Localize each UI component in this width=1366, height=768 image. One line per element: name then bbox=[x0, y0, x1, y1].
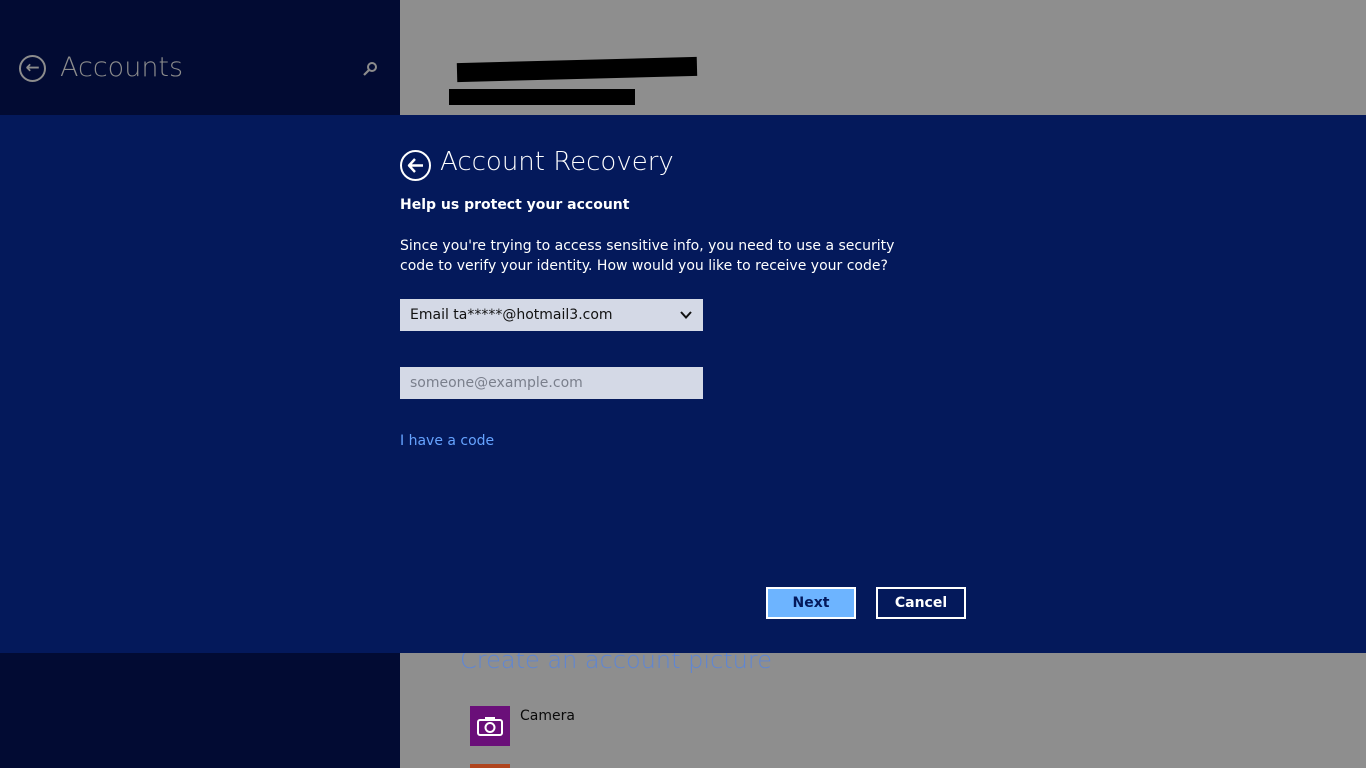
code-method-select[interactable]: Email ta*****@hotmail3.com bbox=[400, 299, 703, 331]
have-code-link[interactable]: I have a code bbox=[400, 433, 494, 449]
camera-tile[interactable] bbox=[470, 706, 510, 746]
camera-label[interactable]: Camera bbox=[520, 708, 575, 724]
email-field[interactable] bbox=[400, 367, 703, 399]
cancel-button[interactable]: Cancel bbox=[876, 587, 966, 619]
next-button[interactable]: Next bbox=[766, 587, 856, 619]
dialog-title: Account Recovery bbox=[440, 147, 674, 177]
dialog-back-button[interactable] bbox=[400, 150, 431, 181]
next-option-tile[interactable] bbox=[470, 764, 510, 768]
camera-icon bbox=[477, 717, 503, 736]
back-arrow-icon[interactable]: ← bbox=[19, 55, 46, 82]
back-arrow-icon bbox=[407, 158, 423, 173]
dialog-description: Since you're trying to access sensitive … bbox=[400, 238, 895, 274]
redaction-bar bbox=[449, 89, 635, 105]
code-method-value: Email ta*****@hotmail3.com bbox=[410, 307, 613, 323]
account-recovery-dialog: Account Recovery Help us protect your ac… bbox=[0, 115, 1366, 653]
chevron-down-icon bbox=[680, 311, 692, 319]
page-title: Accounts bbox=[60, 52, 184, 83]
dialog-subtitle: Help us protect your account bbox=[400, 197, 630, 213]
search-icon[interactable] bbox=[362, 61, 378, 77]
